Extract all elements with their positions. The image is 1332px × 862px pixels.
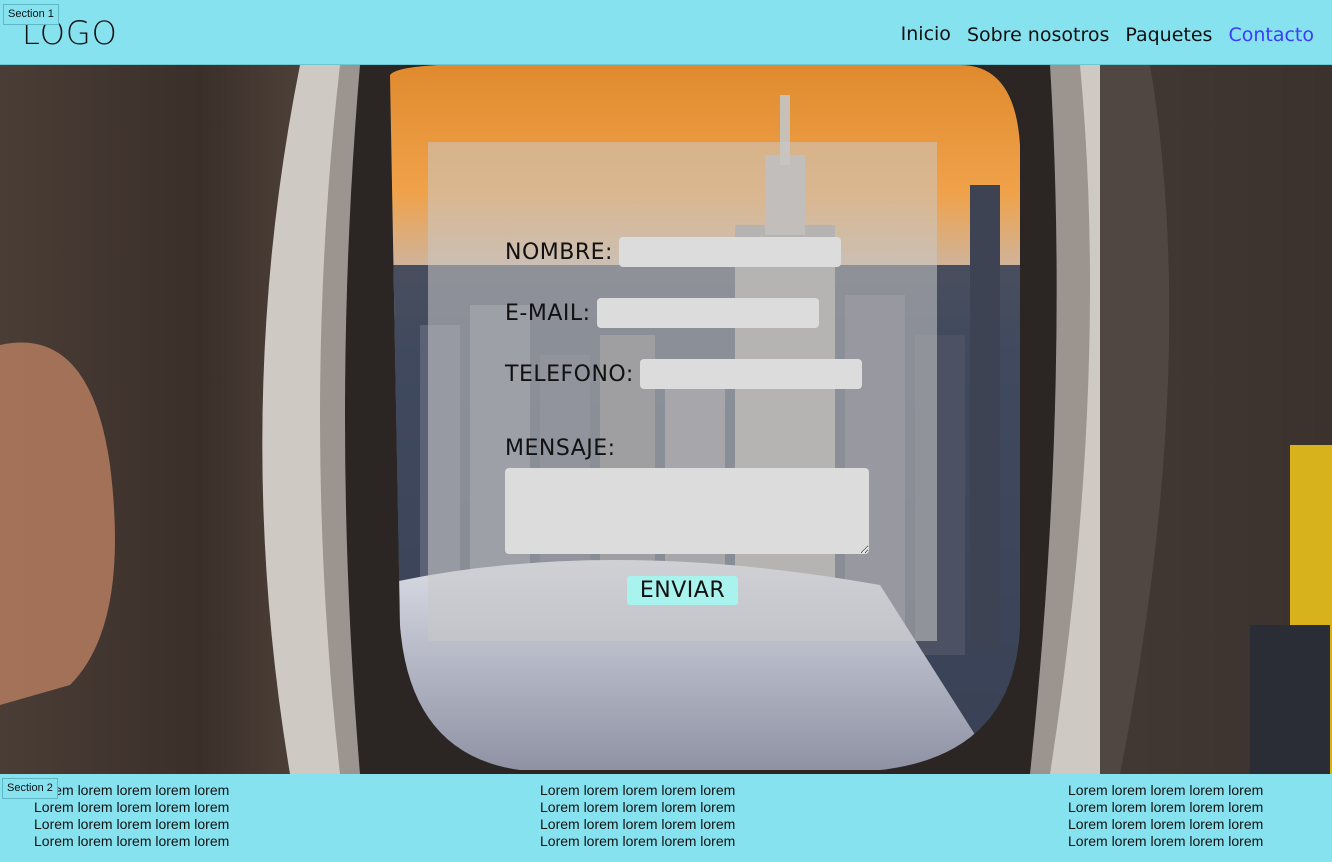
footer-text-line: Lorem lorem lorem lorem lorem xyxy=(540,833,736,849)
footer-column-2: Lorem lorem lorem lorem lorem Lorem lore… xyxy=(540,782,735,850)
enviar-button[interactable]: ENVIAR xyxy=(627,576,738,605)
footer-text-line: Lorem lorem lorem lorem lorem xyxy=(34,782,230,798)
nav-link-inicio[interactable]: Inicio xyxy=(901,23,951,45)
footer-text-line: Lorem lorem lorem lorem lorem xyxy=(540,816,736,832)
mensaje-label: MENSAJE: xyxy=(505,436,616,461)
telefono-input[interactable] xyxy=(639,359,862,389)
footer-text-line: Lorem lorem lorem lorem lorem xyxy=(1068,816,1264,832)
footer-text-line: Lorem lorem lorem lorem lorem xyxy=(1068,782,1264,798)
email-label: E-MAIL: xyxy=(505,300,591,326)
nombre-label: NOMBRE: xyxy=(505,239,613,265)
mensaje-textarea[interactable] xyxy=(505,468,869,554)
section-1-tag: Section 1 xyxy=(3,4,59,25)
footer-text-line: Lorem lorem lorem lorem lorem xyxy=(1068,799,1264,815)
footer-column-1: Lorem lorem lorem lorem lorem Lorem lore… xyxy=(34,782,229,850)
nombre-row: NOMBRE: xyxy=(505,237,841,267)
footer-text-line: Lorem lorem lorem lorem lorem xyxy=(540,799,736,815)
telefono-label: TELEFONO: xyxy=(505,361,634,387)
section-2-tag: Section 2 xyxy=(2,778,58,799)
footer-text-line: Lorem lorem lorem lorem lorem xyxy=(540,782,736,798)
nav-link-contacto[interactable]: Contacto xyxy=(1228,24,1314,46)
contact-form-panel: NOMBRE: E-MAIL: TELEFONO: MENSAJE: ENVIA… xyxy=(428,142,937,641)
footer-column-3: Lorem lorem lorem lorem lorem Lorem lore… xyxy=(1068,782,1263,850)
telefono-row: TELEFONO: xyxy=(505,359,862,389)
footer: Lorem lorem lorem lorem lorem Lorem lore… xyxy=(0,774,1332,862)
nav-link-sobre-nosotros[interactable]: Sobre nosotros xyxy=(967,24,1109,46)
nav-link-paquetes[interactable]: Paquetes xyxy=(1125,24,1212,46)
footer-text-line: Lorem lorem lorem lorem lorem xyxy=(34,816,230,832)
email-row: E-MAIL: xyxy=(505,298,819,328)
nombre-input[interactable] xyxy=(618,237,841,267)
footer-text-line: Lorem lorem lorem lorem lorem xyxy=(34,833,230,849)
email-input[interactable] xyxy=(596,298,819,328)
main-nav: Inicio Sobre nosotros Paquetes Contacto xyxy=(885,23,1314,46)
footer-text-line: Lorem lorem lorem lorem lorem xyxy=(34,799,230,815)
hero-background: NOMBRE: E-MAIL: TELEFONO: MENSAJE: ENVIA… xyxy=(0,65,1332,774)
footer-text-line: Lorem lorem lorem lorem lorem xyxy=(1068,833,1264,849)
header-bar: LOGO Inicio Sobre nosotros Paquetes Cont… xyxy=(0,0,1332,65)
